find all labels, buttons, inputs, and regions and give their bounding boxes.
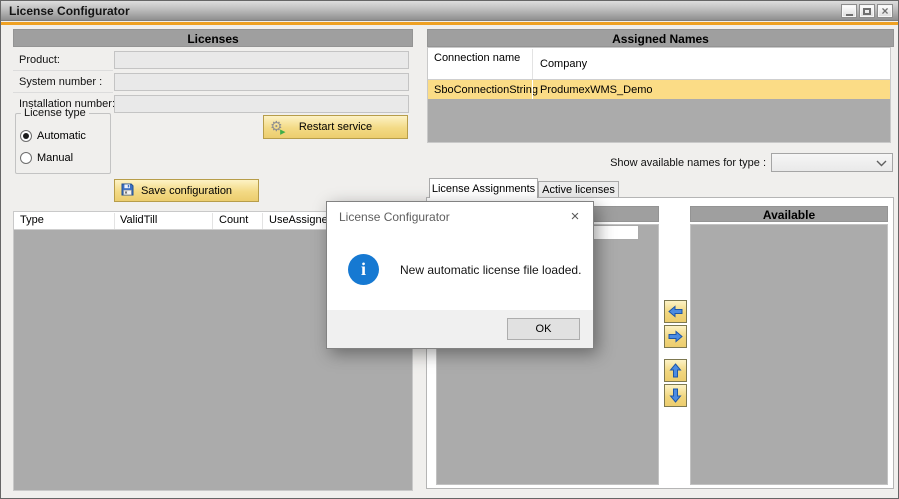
connection-name-cell: SboConnectionString	[428, 84, 532, 96]
ok-button-label: OK	[536, 323, 552, 335]
radio-automatic[interactable]: Automatic	[20, 130, 86, 142]
assigned-name-row[interactable]: SboConnectionString ProdumexWMS_Demo	[428, 80, 890, 99]
license-type-groupbox: License type Automatic Manual	[15, 113, 111, 174]
close-icon: ×	[881, 5, 888, 17]
chevron-down-icon	[876, 160, 887, 167]
maximize-icon	[863, 8, 871, 15]
dialog-message: New automatic license file loaded.	[400, 263, 581, 277]
arrow-down-icon	[669, 388, 682, 403]
restart-play-icon: ▶	[280, 129, 285, 136]
assigned-names-table-header: Connection name Company	[428, 48, 890, 80]
column-header-connection-name[interactable]: Connection name	[434, 52, 526, 64]
move-up-button[interactable]	[664, 359, 687, 382]
radio-automatic-icon	[20, 130, 32, 142]
column-header-company[interactable]: Company	[540, 58, 740, 70]
gear-icon: ⚙▶	[270, 120, 283, 134]
window-controls: ×	[841, 4, 893, 18]
restart-service-label: Restart service	[299, 121, 372, 133]
show-available-names-label: Show available names for type :	[594, 157, 766, 169]
radio-manual-icon	[20, 152, 32, 164]
system-number-field[interactable]	[114, 73, 409, 91]
tab-active-licenses[interactable]: Active licenses	[538, 181, 619, 197]
row-separator	[13, 70, 113, 71]
ok-button[interactable]: OK	[507, 318, 580, 340]
radio-manual-label: Manual	[37, 152, 73, 164]
installation-number-field[interactable]	[114, 95, 409, 113]
column-header-validtill[interactable]: ValidTill	[120, 214, 208, 226]
tab-license-assignments[interactable]: License Assignments	[429, 178, 538, 198]
tab-license-assignments-label: License Assignments	[432, 183, 535, 195]
column-divider	[532, 80, 533, 99]
tab-active-licenses-label: Active licenses	[542, 184, 615, 196]
product-field[interactable]	[114, 51, 409, 69]
row-separator	[13, 92, 113, 93]
assigned-names-table: Connection name Company SboConnectionStr…	[427, 47, 891, 143]
accent-line	[1, 22, 898, 25]
dialog-close-button[interactable]: ×	[566, 207, 584, 225]
assigned-names-panel-header: Assigned Names	[427, 29, 894, 47]
minimize-icon	[846, 14, 853, 16]
arrow-left-icon	[668, 305, 683, 318]
move-right-button[interactable]	[664, 325, 687, 348]
dialog-footer: OK	[327, 310, 593, 348]
radio-automatic-label: Automatic	[37, 130, 86, 142]
system-number-label: System number :	[19, 76, 102, 88]
column-divider	[212, 213, 213, 229]
close-icon: ×	[571, 208, 580, 225]
restart-service-button[interactable]: ⚙▶ Restart service	[263, 115, 408, 139]
column-divider	[532, 49, 533, 79]
move-left-button[interactable]	[664, 300, 687, 323]
available-list-body	[690, 224, 888, 485]
column-divider	[114, 213, 115, 229]
product-label: Product:	[19, 54, 60, 66]
column-header-count[interactable]: Count	[219, 214, 259, 226]
title-bar[interactable]: License Configurator	[1, 1, 898, 21]
move-down-button[interactable]	[664, 384, 687, 407]
floppy-icon	[121, 183, 134, 199]
arrow-up-icon	[669, 363, 682, 378]
save-configuration-button[interactable]: Save configuration	[114, 179, 259, 202]
column-header-type[interactable]: Type	[20, 214, 112, 226]
message-dialog: License Configurator × i New automatic l…	[326, 201, 594, 349]
info-icon: i	[348, 254, 379, 285]
window-title: License Configurator	[9, 4, 130, 18]
names-type-dropdown[interactable]	[771, 153, 893, 172]
column-divider	[262, 213, 263, 229]
radio-manual[interactable]: Manual	[20, 152, 73, 164]
license-type-label: License type	[21, 107, 89, 119]
minimize-button[interactable]	[841, 4, 857, 18]
app-window: License Configurator × Licenses Product:…	[0, 0, 899, 499]
arrow-right-icon	[668, 330, 683, 343]
close-button[interactable]: ×	[877, 4, 893, 18]
dialog-title: License Configurator	[339, 210, 450, 224]
company-cell: ProdumexWMS_Demo	[532, 84, 652, 96]
available-list-header: Available	[690, 206, 888, 222]
save-configuration-label: Save configuration	[141, 185, 232, 197]
licenses-panel-header: Licenses	[13, 29, 413, 47]
maximize-button[interactable]	[859, 4, 875, 18]
